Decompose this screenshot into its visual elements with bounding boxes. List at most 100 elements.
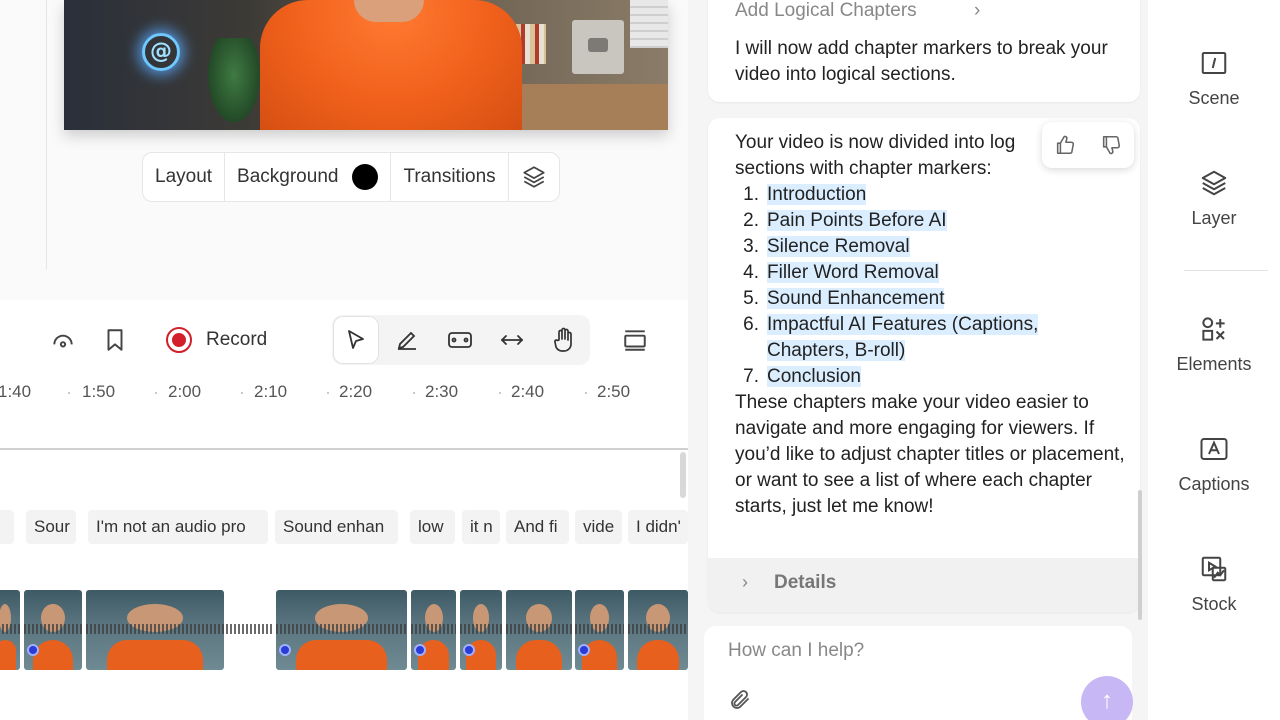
timeline-scrollbar[interactable] [680, 452, 686, 498]
sidebar-item-label: Elements [1176, 354, 1252, 374]
chapter-item: 1. Introduction [735, 182, 1115, 208]
message-outro: These chapters make your video easier to… [735, 392, 1125, 517]
panel-toggle-icon[interactable] [622, 327, 648, 353]
timeline[interactable]: Sour I'm not an audio pro Sound enhan lo… [0, 452, 688, 720]
chapter-title: Impactful AI Features (Captions, Chapter… [767, 314, 1039, 361]
timeline-ruler[interactable]: 1:40 1:50 2:00 2:10 2:20 2:30 2:40 2:50 [0, 382, 688, 408]
trim-icon [448, 332, 472, 348]
thumbs-down-icon[interactable] [1100, 134, 1122, 156]
message-intro-line: sections with chapter markers: [735, 158, 992, 179]
message-intro-line: Your video is now divided into log [735, 132, 1016, 153]
chat-input[interactable] [728, 640, 1088, 662]
bookmark-icon[interactable] [102, 327, 128, 353]
ruler-minor-tick [499, 392, 501, 394]
ruler-tick: 2:00 [168, 382, 202, 401]
trim-tool[interactable] [435, 315, 485, 365]
video-clip[interactable] [86, 590, 224, 670]
hand-icon [554, 327, 572, 352]
playback-bar: Record 1:40 1:50 2:00 2:10 2:20 2:30 2:4… [0, 300, 688, 450]
chapter-list: 1. Introduction 2. Pain Points Before AI 3… [735, 182, 1115, 390]
caption-chip[interactable]: I didn' [628, 510, 688, 544]
chapter-title: Introduction [767, 184, 867, 205]
pen-icon [397, 331, 416, 350]
caption-chip[interactable]: I'm not an audio pro [88, 510, 268, 544]
caption-chip[interactable]: And fi [506, 510, 569, 544]
step-description: I will now add chapter markers to break … [735, 38, 1108, 85]
arrow-up-icon: ↑ [1101, 687, 1113, 714]
ruler-minor-tick [327, 392, 329, 394]
ruler-tick: 2:40 [511, 382, 545, 401]
record-icon [166, 327, 192, 353]
background-color-swatch[interactable] [352, 164, 379, 190]
assistant-message: Your video is now divided into log secti… [708, 118, 1140, 612]
step-title[interactable]: Add Logical Chapters [735, 0, 917, 22]
feedback-buttons [1042, 122, 1134, 168]
neon-logo: @ [142, 33, 180, 71]
layout-button[interactable]: Layout [143, 153, 226, 201]
sidebar-item-stock[interactable]: Stock [1148, 554, 1280, 615]
video-clip[interactable] [460, 590, 502, 670]
chapter-item: 5. Sound Enhancement [735, 286, 1115, 312]
sidebar-divider [1184, 270, 1268, 271]
ruler-tick: 2:10 [254, 382, 288, 401]
video-clip[interactable] [24, 590, 82, 670]
sidebar-item-label: Captions [1178, 474, 1250, 494]
pen-tool[interactable] [382, 315, 432, 365]
hand-tool[interactable] [539, 315, 589, 365]
paperclip-icon[interactable] [728, 688, 752, 718]
details-toggle[interactable]: › Details [708, 558, 1140, 612]
chat-scrollbar[interactable] [1138, 490, 1142, 620]
chapter-item: 6. Impactful AI Features (Captions, Chapt… [735, 312, 1115, 364]
transitions-label: Transitions [403, 166, 496, 187]
chapter-item: 2. Pain Points Before AI [735, 208, 1115, 234]
sidebar-item-label: Scene [1188, 88, 1240, 108]
thumbs-up-icon[interactable] [1054, 134, 1076, 156]
stock-icon [1201, 556, 1227, 582]
ruler-tick: 2:50 [597, 382, 631, 401]
cursor-icon [348, 330, 364, 349]
caption-chip[interactable]: Sour [26, 510, 76, 544]
sidebar-item-elements[interactable]: Elements [1148, 314, 1280, 375]
video-clip[interactable] [628, 590, 688, 670]
sidebar-item-captions[interactable]: Captions [1148, 434, 1280, 495]
chat-input-box: ↑ [704, 626, 1133, 720]
stretch-tool[interactable] [487, 315, 537, 365]
speed-gauge-icon[interactable] [50, 327, 76, 353]
transitions-button[interactable]: Transitions [391, 153, 509, 201]
video-clip[interactable] [575, 590, 624, 670]
video-clip[interactable] [0, 590, 20, 670]
video-clip[interactable] [411, 590, 456, 670]
record-button[interactable]: Record [166, 327, 267, 353]
plant [204, 38, 264, 130]
ruler-minor-tick [585, 392, 587, 394]
send-button[interactable]: ↑ [1081, 676, 1133, 720]
chapter-number: 4. [743, 262, 759, 283]
chapter-number: 7. [743, 366, 759, 387]
chapter-number: 6. [743, 314, 759, 335]
caption-chip[interactable]: vide [575, 510, 622, 544]
background-label: Background [237, 166, 339, 187]
video-preview[interactable]: @ [64, 0, 668, 130]
chapter-title: Filler Word Removal [767, 262, 939, 283]
video-editor: @ Layout Background Transitions Record 1… [0, 0, 688, 720]
sidebar-item-scene[interactable]: Scene [1148, 48, 1280, 109]
video-clip[interactable] [276, 590, 407, 670]
caption-chip[interactable] [0, 510, 14, 544]
caption-chip[interactable]: Sound enhan [275, 510, 398, 544]
layers-icon [1201, 170, 1227, 196]
select-tool[interactable] [334, 317, 378, 363]
assistant-chat-panel: Add Logical Chapters › I will now add ch… [688, 0, 1148, 720]
caption-chip[interactable]: it n [462, 510, 500, 544]
presenter-neck [354, 0, 424, 22]
video-clip[interactable] [506, 590, 572, 670]
background-button[interactable]: Background [225, 153, 392, 201]
chapter-title: Conclusion [767, 366, 861, 387]
sidebar-item-layer[interactable]: Layer [1148, 168, 1280, 229]
sidebar-item-label: Stock [1191, 594, 1237, 614]
audio-waveform [226, 624, 274, 634]
message-intro: Your video is now divided into log secti… [735, 130, 1065, 182]
layers-button[interactable] [509, 153, 559, 201]
preview-area: @ Layout Background Transitions [0, 0, 688, 300]
chevron-right-icon[interactable]: › [974, 0, 980, 22]
caption-chip[interactable]: low [410, 510, 455, 544]
